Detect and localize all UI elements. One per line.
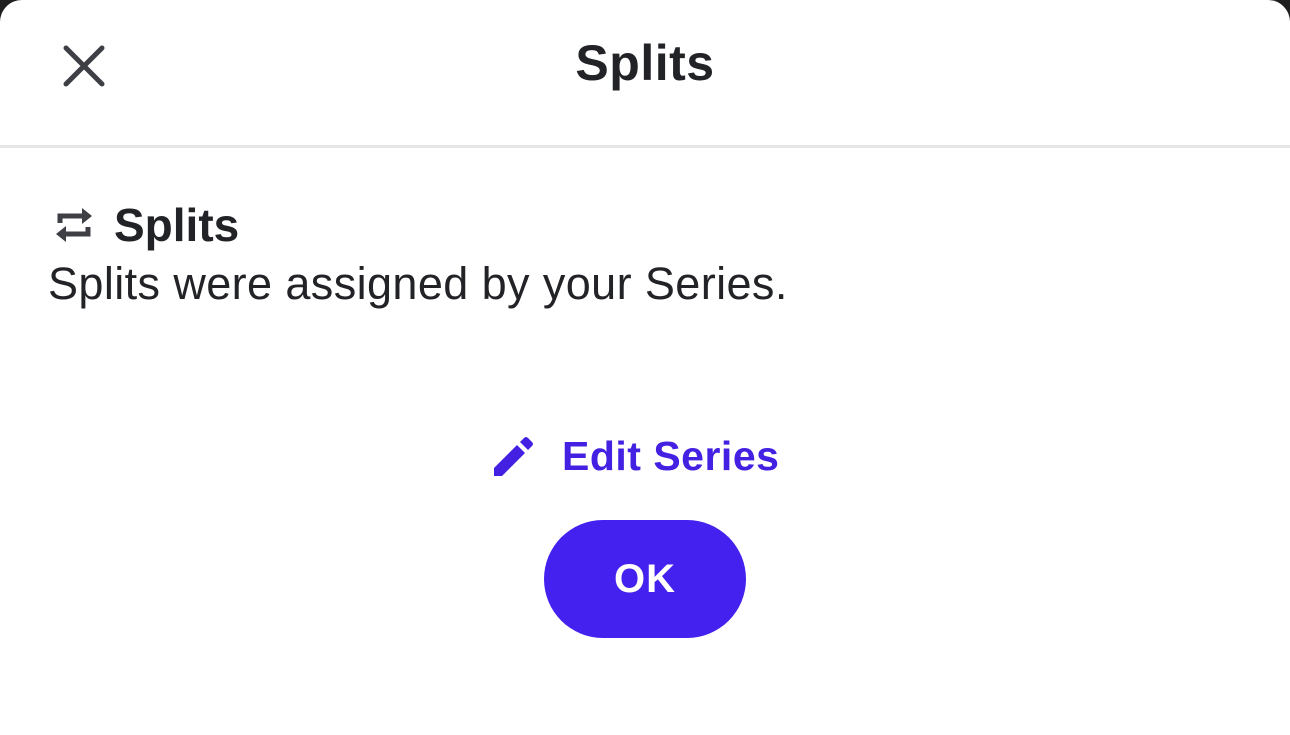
ok-button[interactable]: OK	[544, 520, 746, 638]
pencil-icon	[484, 428, 540, 484]
splits-section-header: Splits	[50, 198, 239, 252]
page-title: Splits	[575, 35, 715, 91]
edit-series-link[interactable]: Edit Series	[484, 428, 779, 484]
swap-arrows-icon	[50, 201, 98, 249]
section-title: Splits	[114, 199, 240, 251]
splits-dialog: Splits Splits Splits were assigned by yo…	[0, 0, 1290, 735]
edit-series-label: Edit Series	[562, 432, 780, 479]
section-description: Splits were assigned by your Series.	[48, 258, 788, 309]
dialog-header: Splits	[0, 0, 1290, 148]
